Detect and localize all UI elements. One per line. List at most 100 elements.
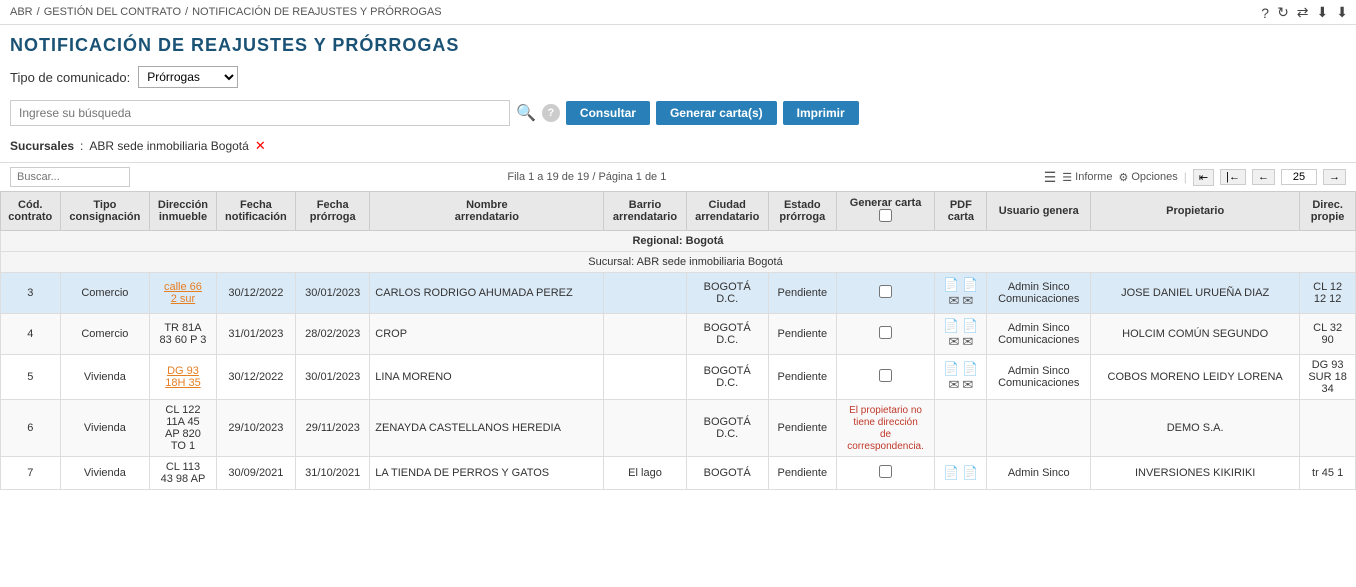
breadcrumb-item-current: NOTIFICACIÓN DE REAJUSTES Y PRÓRROGAS: [192, 6, 442, 18]
next-page-button[interactable]: →: [1323, 169, 1346, 185]
th-direc-propie: Direc.propie: [1300, 192, 1356, 231]
cell-direc-propie: CL 3290: [1300, 314, 1356, 355]
cell-pdf: 📄 📄 ✉ ✉: [935, 355, 987, 400]
prev-page-button[interactable]: ←: [1252, 169, 1275, 185]
cell-direccion[interactable]: DG 9318H 35: [150, 355, 216, 400]
refresh-icon[interactable]: ↻: [1277, 4, 1289, 21]
cell-direc-propie: CL 1212 12: [1300, 273, 1356, 314]
cell-barrio: [604, 400, 686, 457]
search-input[interactable]: [10, 100, 510, 126]
cell-barrio: [604, 273, 686, 314]
cell-estado: Pendiente: [768, 314, 836, 355]
th-nombre-arrendatario: Nombrearrendatario: [370, 192, 604, 231]
cell-propietario: INVERSIONES KIKIRIKI: [1091, 457, 1300, 490]
pdf-doc2-icon[interactable]: 📄: [962, 361, 978, 377]
cell-generar-carta[interactable]: [836, 314, 935, 355]
cell-usuario: Admin Sinco: [987, 457, 1091, 490]
cell-usuario: Admin SincoComunicaciones: [987, 314, 1091, 355]
imprimir-button[interactable]: Imprimir: [783, 101, 859, 125]
table-row: 5 Vivienda DG 9318H 35 30/12/2022 30/01/…: [1, 355, 1356, 400]
generar-carta-header-checkbox[interactable]: [879, 209, 892, 222]
table-row: 4 Comercio TR 81A83 60 P 3 31/01/2023 28…: [1, 314, 1356, 355]
cell-fecha-prorroga: 29/11/2023: [296, 400, 370, 457]
pdf-mail2-icon[interactable]: ✉: [962, 334, 973, 350]
cell-fecha-prorroga: 30/01/2023: [296, 273, 370, 314]
cell-generar-carta[interactable]: [836, 457, 935, 490]
pdf-mail2-icon[interactable]: ✉: [962, 377, 973, 393]
pdf-doc2-icon[interactable]: 📄: [962, 277, 978, 293]
tipo-comunicado-select[interactable]: Prórrogas Reajustes: [138, 66, 238, 88]
cell-direccion[interactable]: calle 662 sur: [150, 273, 216, 314]
cell-direc-propie: tr 45 1: [1300, 457, 1356, 490]
cell-ciudad: BOGOTÁD.C.: [686, 314, 768, 355]
generar-cartas-button[interactable]: Generar carta(s): [656, 101, 777, 125]
cell-propietario: HOLCIM COMÚN SEGUNDO: [1091, 314, 1300, 355]
cell-fecha-prorroga: 31/10/2021: [296, 457, 370, 490]
table-row: 3 Comercio calle 662 sur 30/12/2022 30/0…: [1, 273, 1356, 314]
group-bogota: Regional: Bogotá: [1, 231, 1356, 252]
th-estado-prorroga: Estadoprórroga: [768, 192, 836, 231]
cell-tipo: Vivienda: [60, 355, 150, 400]
th-generar-carta: Generar carta: [836, 192, 935, 231]
cell-estado: Pendiente: [768, 355, 836, 400]
cell-nombre: CROP: [370, 314, 604, 355]
cell-generar-carta[interactable]: [836, 273, 935, 314]
breadcrumb-item-abr[interactable]: ABR: [10, 6, 33, 18]
cell-generar-carta-warning: El propietario notiene direccióndecorres…: [836, 400, 935, 457]
cell-ciudad: BOGOTÁD.C.: [686, 355, 768, 400]
download2-icon[interactable]: ⬇: [1336, 4, 1348, 21]
expand-table-icon[interactable]: ⇤: [1193, 169, 1214, 186]
expand-icon[interactable]: ⇄: [1297, 4, 1309, 21]
th-barrio-arrendatario: Barrioarrendatario: [604, 192, 686, 231]
cell-nombre: CARLOS RODRIGO AHUMADA PEREZ: [370, 273, 604, 314]
tipo-comunicado-label: Tipo de comunicado:: [10, 70, 130, 85]
cell-direccion: CL 12211A 45AP 820TO 1: [150, 400, 216, 457]
filter-sucursales-label: Sucursales: [10, 139, 74, 153]
pdf-doc1-icon[interactable]: 📄: [943, 465, 959, 481]
cell-propietario: JOSE DANIEL URUEÑA DIAZ: [1091, 273, 1300, 314]
page-size-input[interactable]: [1281, 169, 1317, 185]
pdf-mail2-icon[interactable]: ✉: [962, 293, 973, 309]
gear-icon: ⚙: [1118, 171, 1128, 184]
pdf-mail1-icon[interactable]: ✉: [948, 377, 959, 393]
cell-cod: 6: [1, 400, 61, 457]
cell-direc-propie: [1300, 400, 1356, 457]
cell-cod: 5: [1, 355, 61, 400]
cell-pdf: 📄 📄 ✉ ✉: [935, 314, 987, 355]
pdf-doc2-icon[interactable]: 📄: [962, 465, 978, 481]
cell-direccion: CL 11343 98 AP: [150, 457, 216, 490]
consultar-button[interactable]: Consultar: [566, 101, 650, 125]
data-table-container: Cód.contrato Tipoconsignación Direccióni…: [0, 191, 1356, 490]
th-pdf-carta: PDFcarta: [935, 192, 987, 231]
help-icon[interactable]: ?: [1261, 5, 1269, 21]
subgroup-abr: Sucursal: ABR sede inmobiliaria Bogotá: [1, 252, 1356, 273]
pdf-mail1-icon[interactable]: ✉: [948, 293, 959, 309]
filter-remove-icon[interactable]: ✕: [255, 138, 266, 154]
search-help-icon[interactable]: ?: [542, 104, 560, 122]
pdf-doc1-icon[interactable]: 📄: [943, 361, 959, 377]
cell-generar-carta[interactable]: [836, 355, 935, 400]
pdf-doc1-icon[interactable]: 📄: [943, 277, 959, 293]
breadcrumb-item-gestion[interactable]: GESTIÓN DEL CONTRATO: [44, 6, 181, 18]
pdf-doc2-icon[interactable]: 📄: [962, 318, 978, 334]
table-search-input[interactable]: [10, 167, 130, 187]
opciones-link[interactable]: ⚙ Opciones: [1118, 171, 1177, 184]
cell-fecha-notif: 30/12/2022: [216, 355, 295, 400]
th-direccion-inmueble: Direccióninmueble: [150, 192, 216, 231]
cell-ciudad: BOGOTÁD.C.: [686, 273, 768, 314]
cell-pdf: 📄 📄: [935, 457, 987, 490]
download-icon[interactable]: ⬇: [1317, 4, 1329, 21]
pdf-mail1-icon[interactable]: ✉: [948, 334, 959, 350]
cell-fecha-notif: 30/12/2022: [216, 273, 295, 314]
first-page-button[interactable]: |←: [1220, 169, 1246, 185]
th-fecha-notificacion: Fechanotificación: [216, 192, 295, 231]
pagination-info: Fila 1 a 19 de 19 / Página 1 de 1: [130, 171, 1044, 183]
informe-link[interactable]: ☰ Informe: [1062, 171, 1112, 184]
search-button[interactable]: 🔍: [516, 103, 536, 123]
pdf-doc1-icon[interactable]: 📄: [943, 318, 959, 334]
cell-ciudad: BOGOTÁD.C.: [686, 400, 768, 457]
table-row: 6 Vivienda CL 12211A 45AP 820TO 1 29/10/…: [1, 400, 1356, 457]
cell-nombre: LA TIENDA DE PERROS Y GATOS: [370, 457, 604, 490]
th-propietario: Propietario: [1091, 192, 1300, 231]
breadcrumb: ABR / GESTIÓN DEL CONTRATO / NOTIFICACIÓ…: [0, 0, 1356, 25]
